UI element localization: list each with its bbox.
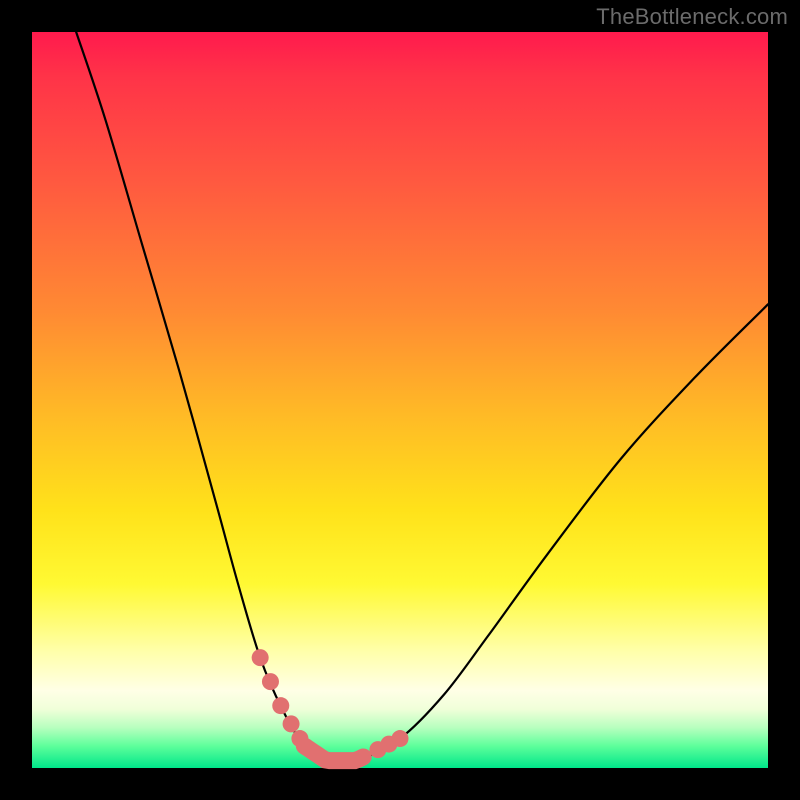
approach-marker (262, 673, 279, 690)
bottleneck-chart-svg (32, 32, 768, 768)
approach-markers-group (252, 649, 409, 758)
approach-marker (297, 738, 314, 755)
approach-marker (272, 697, 289, 714)
chart-plot-area (32, 32, 768, 768)
approach-marker (252, 649, 269, 666)
watermark-text: TheBottleneck.com (596, 4, 788, 30)
approach-marker (392, 730, 409, 747)
approach-marker (283, 715, 300, 732)
bottleneck-curve (76, 32, 768, 763)
